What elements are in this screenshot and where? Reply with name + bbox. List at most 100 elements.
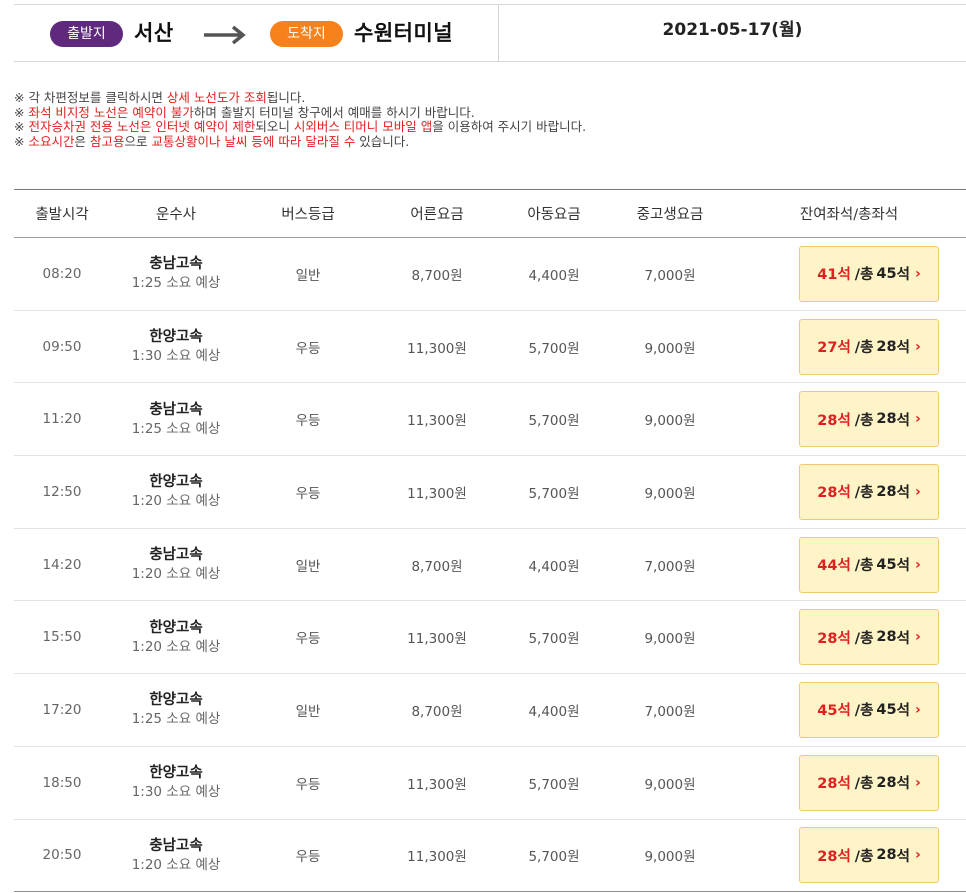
table-row[interactable]: 18:50 한양고속 1:30 소요 예상 우등 11,300원 5,700원 9,000원… bbox=[14, 746, 966, 819]
total-prefix: /총 bbox=[854, 703, 874, 720]
teen-fare: 9,000원 bbox=[644, 849, 696, 866]
seat-unit: 석 bbox=[837, 412, 851, 429]
table-row[interactable]: 09:50 한양고속 1:30 소요 예상 우등 11,300원 5,700원 9,000원… bbox=[14, 310, 966, 383]
remaining-seat-count: 41 bbox=[817, 267, 838, 284]
seat-select-button[interactable]: 45석/총 45 석 › bbox=[799, 681, 939, 738]
seat-select-button[interactable]: 27석/총 28 석 › bbox=[799, 318, 939, 375]
company-cell: 한양고속 1:20 소요 예상 bbox=[110, 456, 242, 529]
total-prefix: /총 bbox=[854, 485, 874, 502]
seat-select-button[interactable]: 28석/총 28 석 › bbox=[799, 391, 939, 448]
total-seat-count: 28 bbox=[876, 629, 897, 646]
adult-fare: 8,700원 bbox=[411, 267, 463, 284]
notice-text: ※ bbox=[14, 119, 29, 134]
notice-text: 되오니 bbox=[255, 119, 294, 134]
seats-cell: 27석/총 28 석 › bbox=[732, 310, 966, 383]
route-cities: 출발지 서산 도착지 수원터미널 bbox=[14, 5, 499, 61]
notice-highlight-text: 상세 노선도가 조회 bbox=[166, 90, 267, 105]
bus-grade: 우등 bbox=[295, 485, 321, 502]
table-row[interactable]: 20:50 충남고속 1:20 소요 예상 우등 11,300원 5,700원 9,000원… bbox=[14, 819, 966, 892]
header-adult-fare: 어른요금 bbox=[410, 207, 464, 223]
total-prefix: /총 bbox=[854, 848, 874, 865]
notice-line: ※ 전자승차권 전용 노선은 인터넷 예약이 제한되오니 시외버스 티머니 모바… bbox=[14, 119, 954, 135]
seat-select-button[interactable]: 41석/총 45 석 › bbox=[799, 245, 939, 302]
seat-unit: 석 bbox=[837, 630, 851, 647]
departure-time: 12:50 bbox=[42, 483, 82, 500]
header-seats: 잔여좌석/총좌석 bbox=[799, 207, 899, 223]
seat-select-button[interactable]: 28석/총 28 석 › bbox=[799, 827, 939, 884]
table-row[interactable]: 17:20 한양고속 1:25 소요 예상 일반 8,700원 4,400원 7,000원 4… bbox=[14, 674, 966, 747]
seat-unit: 석 bbox=[837, 340, 851, 357]
teen-fare: 9,000원 bbox=[644, 485, 696, 502]
departure-time: 20:50 bbox=[42, 847, 82, 864]
travel-duration: 1:20 소요 예상 bbox=[131, 566, 221, 583]
travel-duration: 1:25 소요 예상 bbox=[131, 711, 221, 728]
departure-time: 11:20 bbox=[42, 411, 82, 428]
header-child-fare: 아동요금 bbox=[527, 207, 581, 223]
bus-grade: 일반 bbox=[295, 267, 321, 284]
seat-unit: 석 bbox=[896, 703, 910, 720]
seat-select-button[interactable]: 28석/총 28 석 › bbox=[799, 754, 939, 811]
notice-text: ※ bbox=[14, 133, 29, 149]
remaining-seats: 28석 bbox=[817, 409, 851, 430]
bus-grade: 우등 bbox=[295, 631, 321, 648]
adult-fare: 11,300원 bbox=[407, 776, 467, 793]
departure-time: 17:20 bbox=[42, 701, 82, 718]
seat-select-button[interactable]: 44석/총 45 석 › bbox=[799, 536, 939, 593]
notice-highlight-text: 좌석 비지정 노선은 예약이 불가 bbox=[28, 104, 194, 120]
remaining-seat-count: 28 bbox=[817, 412, 838, 429]
adult-fare: 11,300원 bbox=[407, 340, 467, 357]
chevron-right-icon: › bbox=[914, 701, 921, 718]
seat-unit: 석 bbox=[837, 703, 851, 720]
company-name: 한양고속 bbox=[149, 329, 203, 346]
teen-fare: 7,000원 bbox=[644, 267, 696, 284]
seat-unit: 석 bbox=[896, 267, 910, 284]
total-prefix: /총 bbox=[854, 267, 874, 284]
seat-select-button[interactable]: 28석/총 28 석 › bbox=[799, 609, 939, 666]
table-row[interactable]: 11:20 충남고속 1:25 소요 예상 우등 11,300원 5,700원 9,000원… bbox=[14, 383, 966, 456]
remaining-seat-count: 45 bbox=[817, 703, 838, 720]
notice-highlight-text: 전자승차권 전용 노선은 인터넷 예약이 제한 bbox=[28, 119, 256, 134]
company-name: 한양고속 bbox=[149, 619, 203, 636]
total-prefix: /총 bbox=[854, 412, 874, 429]
adult-fare: 8,700원 bbox=[411, 558, 463, 575]
arrow-right-icon bbox=[204, 25, 246, 45]
total-seat-count: 28 bbox=[876, 847, 897, 864]
bus-grade: 일반 bbox=[295, 558, 321, 575]
bus-grade: 우등 bbox=[295, 849, 321, 866]
notice-text: 은 bbox=[74, 133, 90, 149]
company-name: 충남고속 bbox=[149, 547, 203, 564]
seats-cell: 45석/총 45 석 › bbox=[732, 674, 966, 747]
departure-time: 15:50 bbox=[42, 629, 82, 646]
notice-highlight-text: 시외버스 티머니 모바일 앱 bbox=[293, 119, 433, 134]
notice-highlight-text: 소요시간 bbox=[28, 133, 75, 149]
notice-text: 있습니다. bbox=[355, 133, 410, 149]
table-row[interactable]: 08:20 충남고속 1:25 소요 예상 일반 8,700원 4,400원 7,000원 4… bbox=[14, 238, 966, 311]
seat-select-button[interactable]: 28석/총 28 석 › bbox=[799, 463, 939, 520]
company-name: 한양고속 bbox=[149, 474, 203, 491]
total-seat-count: 28 bbox=[876, 338, 897, 355]
departure-badge: 출발지 bbox=[50, 21, 123, 47]
seats-cell: 28석/총 28 석 › bbox=[732, 456, 966, 529]
table-row[interactable]: 15:50 한양고속 1:20 소요 예상 우등 11,300원 5,700원 9,000원… bbox=[14, 601, 966, 674]
notice-text: 을 이용하여 주시기 바랍니다. bbox=[432, 119, 587, 134]
table-row[interactable]: 14:20 충남고속 1:20 소요 예상 일반 8,700원 4,400원 7,000원 4… bbox=[14, 528, 966, 601]
remaining-seats: 44석 bbox=[817, 554, 851, 575]
company-cell: 충남고속 1:20 소요 예상 bbox=[110, 819, 242, 892]
remaining-seat-count: 44 bbox=[817, 558, 838, 575]
seat-unit: 석 bbox=[896, 558, 910, 575]
remaining-seat-count: 28 bbox=[817, 848, 838, 865]
travel-duration: 1:20 소요 예상 bbox=[131, 856, 221, 873]
chevron-right-icon: › bbox=[914, 338, 921, 355]
teen-fare: 9,000원 bbox=[644, 340, 696, 357]
table-row[interactable]: 12:50 한양고속 1:20 소요 예상 우등 11,300원 5,700원 9,000원… bbox=[14, 456, 966, 529]
company-cell: 한양고속 1:25 소요 예상 bbox=[110, 674, 242, 747]
total-seat-count: 45 bbox=[876, 265, 897, 282]
header-teen-fare: 중고생요금 bbox=[636, 207, 704, 223]
travel-duration: 1:30 소요 예상 bbox=[131, 348, 221, 365]
notice-highlight-text: 교통상황이나 날씨 등에 따라 달라질 수 bbox=[151, 133, 356, 149]
child-fare: 5,700원 bbox=[528, 485, 580, 502]
departure-time: 08:20 bbox=[42, 265, 82, 282]
child-fare: 5,700원 bbox=[528, 776, 580, 793]
total-prefix: /총 bbox=[854, 340, 874, 357]
seats-cell: 41석/총 45 석 › bbox=[732, 238, 966, 311]
